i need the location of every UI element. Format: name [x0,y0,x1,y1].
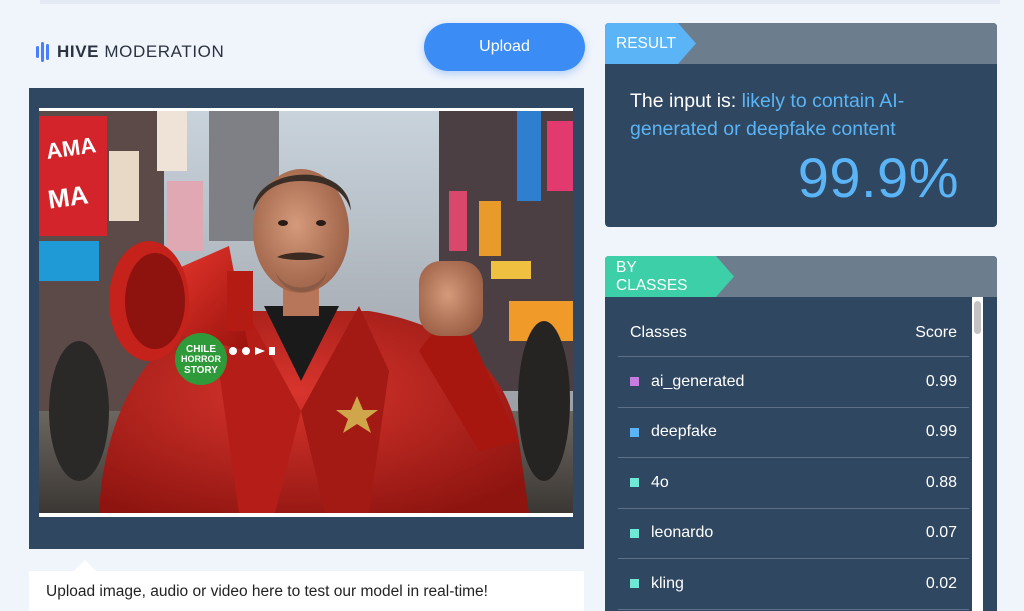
uploaded-image: AMA MA CHILE HORROR STORY [39,111,573,513]
class-name: kling [651,574,684,592]
class-name: ai_generated [651,372,745,390]
image-preview-panel: AMA MA CHILE HORROR STORY [29,88,584,549]
class-color-swatch [630,528,639,538]
caption-pointer [74,560,96,571]
class-color-swatch [630,579,639,589]
class-name: 4o [651,473,669,491]
result-header: RESULT [605,23,997,64]
classes-panel: BY CLASSES Classes Score ai_generated 0.… [605,256,997,611]
class-color-swatch [630,478,639,488]
brand-logo[interactable]: HIVE MODERATION [36,42,224,62]
class-color-swatch [630,377,639,387]
class-name: leonardo [651,524,714,542]
svg-text:HORROR: HORROR [181,354,221,364]
table-header: Classes Score [618,316,969,357]
top-divider [40,0,1000,4]
classes-scrollbar-thumb[interactable] [974,301,981,334]
class-color-swatch [630,427,639,437]
classes-table: Classes Score ai_generated 0.99 deepfake… [618,316,969,610]
result-score: 99.9% [797,146,959,209]
brand-name-rest: MODERATION [104,42,225,61]
table-row: 4o 0.88 [618,458,969,509]
column-score: Score [915,324,957,341]
hive-logo-icon [36,42,49,62]
class-score: 0.99 [925,423,957,441]
classes-scrollbar[interactable] [972,297,983,611]
table-row: leonardo 0.07 [618,509,969,559]
brand-name: HIVE MODERATION [57,42,224,62]
class-score: 0.07 [925,524,957,542]
table-row: kling 0.02 [618,559,969,610]
result-prefix: The input is: [630,90,742,112]
result-tag: RESULT [605,23,696,64]
table-row: deepfake 0.99 [618,408,969,458]
class-score: 0.99 [925,372,957,390]
result-panel: RESULT The input is: likely to contain A… [605,23,997,227]
class-score: 0.88 [925,473,957,491]
result-statement: The input is: likely to contain AI-gener… [630,87,980,143]
class-score: 0.02 [925,574,957,592]
upload-caption: Upload image, audio or video here to tes… [29,571,584,611]
classes-tag: BY CLASSES [605,256,734,297]
upload-button[interactable]: Upload [424,23,585,71]
table-row: ai_generated 0.99 [618,357,969,408]
classes-header: BY CLASSES [605,256,997,297]
svg-text:MA: MA [46,179,90,214]
class-name: deepfake [651,423,717,441]
photo-frame: AMA MA CHILE HORROR STORY [39,108,573,517]
svg-text:STORY: STORY [184,365,218,376]
brand-name-bold: HIVE [57,42,100,61]
column-classes: Classes [630,324,687,341]
